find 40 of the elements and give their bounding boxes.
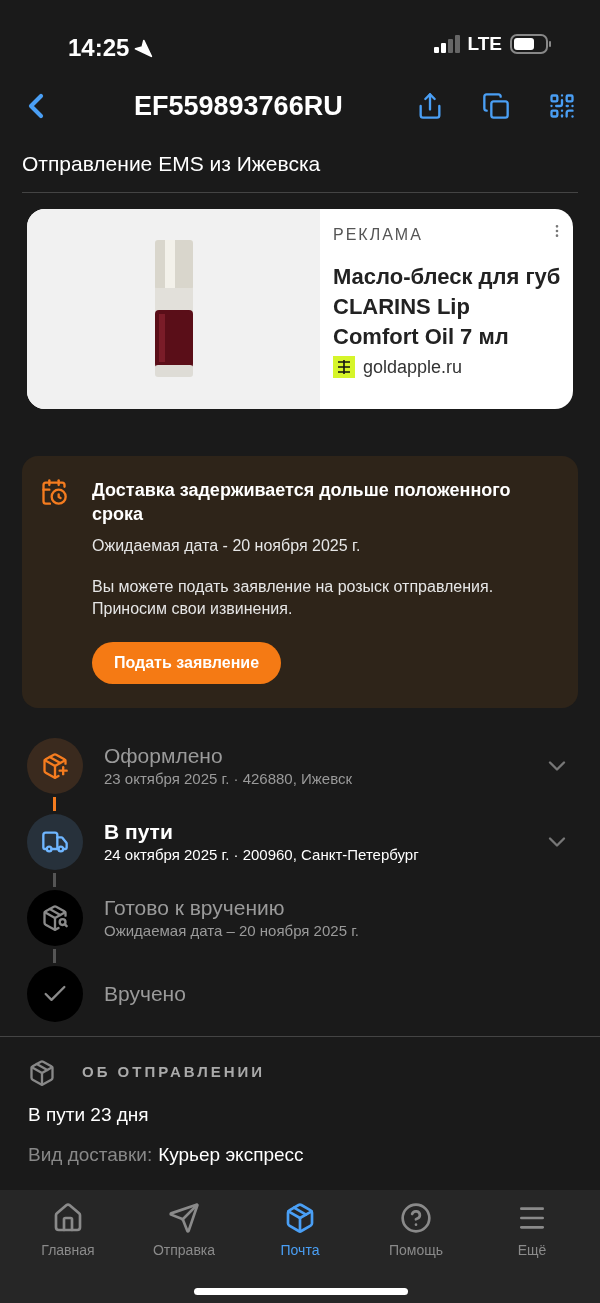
tab-item[interactable]: Ещё [482,1202,582,1261]
tab-item[interactable]: Отправка [134,1202,234,1261]
network-label: LTE [467,32,502,56]
transit-duration: В пути 23 дня [28,1102,150,1127]
ad-title: Масло-блеск для губ CLARINS Lip Comfort Oil 7 мл [333,262,561,351]
delivery-type-value: Курьер экспресс [158,1143,304,1167]
expected-date: Ожидаемая дата - 20 ноября 2025 г. [92,535,362,556]
submit-claim-button[interactable]: Подать заявление [92,641,282,684]
tab-item[interactable]: Главная [18,1202,118,1261]
signal-icon [433,35,460,54]
notice-message: Вы можете подать заявление на розыск отправления. Приносим свои извинения. [92,576,495,619]
package-icon [284,1202,316,1234]
copy-button[interactable] [482,92,510,120]
ad-card[interactable]: РЕКЛАМА Масло-блеск для губ CLARINS Lip Comfort Oil 7 мл goldapple.ru [27,208,573,409]
store-logo-icon [333,356,355,378]
step-title: Оформлено [104,742,224,769]
home-icon [52,1202,84,1234]
ad-label: РЕКЛАМА [333,224,424,245]
tracking-number: EF559893766RU [134,89,343,123]
paper-plane-icon [168,1202,200,1234]
package-icon [28,1058,56,1087]
step-detail: Ожидаемая дата – 20 ноября 2025 г. [104,920,360,941]
step-title: В пути [104,818,174,845]
help-icon [400,1202,432,1234]
shipment-subtitle: Отправление EMS из Ижевска [22,151,322,177]
ad-domain: goldapple.ru [363,355,463,379]
battery-icon [510,34,552,55]
package-plus-icon [41,751,69,780]
qr-code-button[interactable] [548,92,576,120]
tab-item[interactable]: Помощь [366,1202,466,1261]
step-detail: 24 октября 2025 г. · 200960, Санкт-Петербург [104,844,420,865]
step-title: Вручено [104,980,187,1007]
step-title: Готово к вручению [104,894,286,921]
status-time: 14:25 [68,33,130,63]
tab-item[interactable]: Почта [250,1202,350,1261]
section-heading: ОБ ОТПРАВЛЕНИИ [82,1062,266,1083]
step-detail: 23 октября 2025 г. · 426880, Ижевск [104,768,354,789]
delivery-type-label: Вид доставки: [28,1143,153,1167]
notice-title: Доставка задерживается дольше положенного срока [92,478,512,526]
location-arrow-icon [133,38,154,58]
